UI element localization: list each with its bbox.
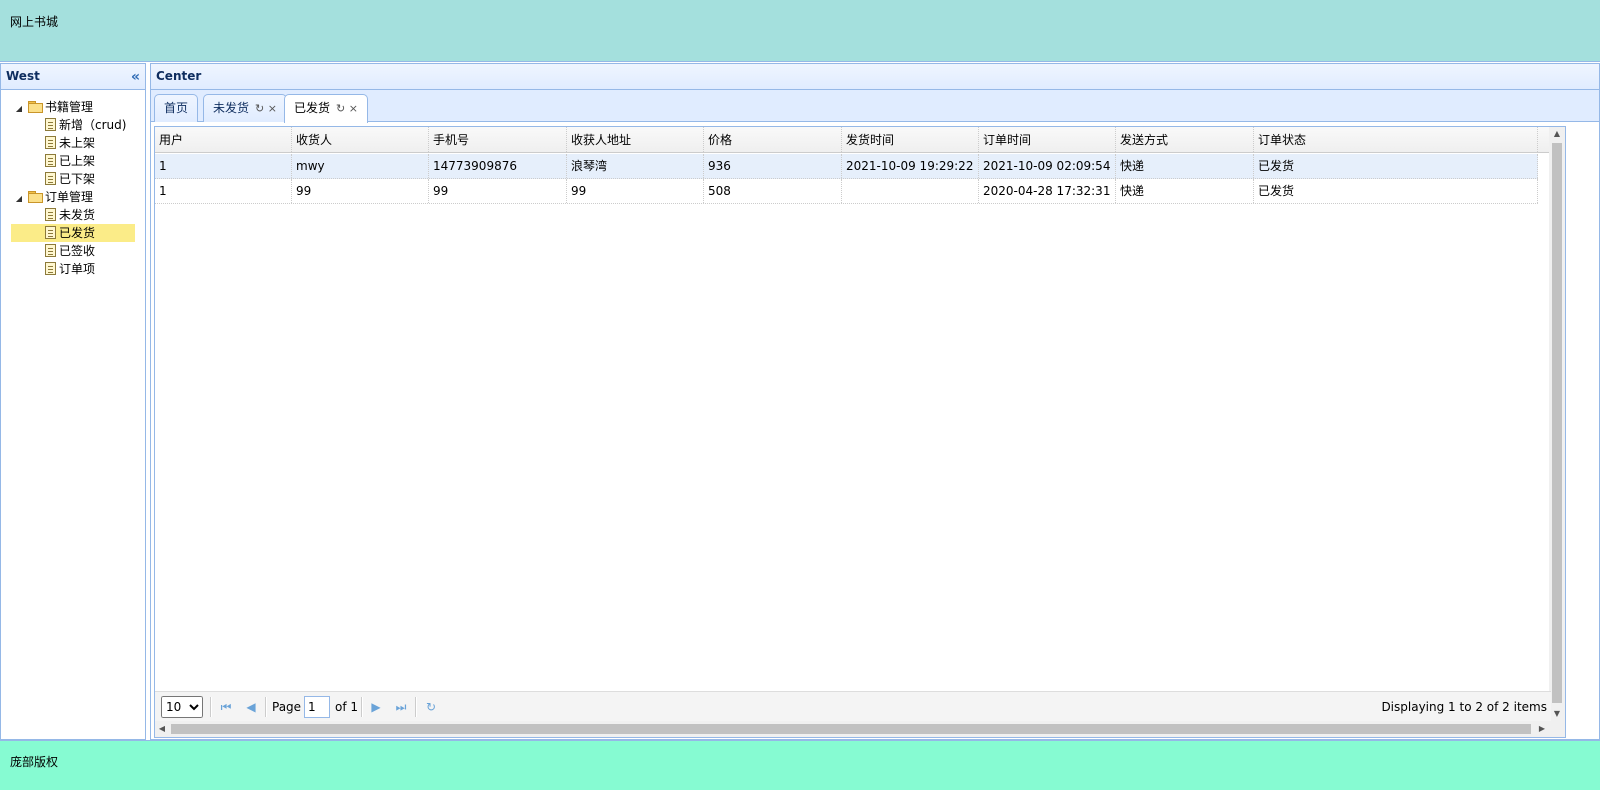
tree-node-not-listed[interactable]: 未上架 [11, 134, 135, 152]
column-header[interactable]: 价格 [704, 127, 842, 152]
close-icon[interactable]: × [268, 102, 277, 115]
table-cell: 99 [567, 179, 704, 203]
pagination-info: Displaying 1 to 2 of 2 items [1381, 700, 1547, 714]
table-row[interactable]: 1 99 99 99 508 2020-04-28 17:32:31 快递 已发… [155, 179, 1538, 204]
column-header[interactable]: 收获人地址 [567, 127, 704, 152]
table-cell: 14773909876 [429, 154, 567, 178]
scroll-right-icon[interactable]: ▶ [1535, 721, 1549, 737]
tree-node-book-management[interactable]: ◢ 书籍管理 [11, 98, 135, 116]
file-icon [45, 226, 56, 239]
column-header[interactable]: 订单状态 [1254, 127, 1538, 152]
tree-node-order-items[interactable]: 订单项 [11, 260, 135, 278]
orders-datagrid: 用户 收货人 手机号 收获人地址 价格 发货时间 订单时间 发送方式 订单状态 … [154, 126, 1566, 738]
divider [361, 697, 363, 717]
table-cell: 1 [155, 179, 292, 203]
tab-unshipped[interactable]: 未发货 ↻ × [203, 94, 287, 122]
table-cell: 快递 [1116, 179, 1254, 203]
folder-icon [27, 191, 43, 203]
file-icon [45, 136, 56, 149]
tree-node-order-management[interactable]: ◢ 订单管理 [11, 188, 135, 206]
grid-header: 用户 收货人 手机号 收获人地址 价格 发货时间 订单时间 发送方式 订单状态 [155, 127, 1551, 153]
column-header[interactable]: 收货人 [292, 127, 429, 152]
tree-node-shipped[interactable]: 已发货 [11, 224, 135, 242]
scroll-up-icon[interactable]: ▲ [1549, 127, 1565, 141]
refresh-icon[interactable]: ↻ [422, 698, 440, 716]
next-page-icon[interactable]: ▶ [367, 698, 385, 716]
table-row[interactable]: 1 mwy 14773909876 浪琴湾 936 2021-10-09 19:… [155, 154, 1538, 179]
refresh-icon[interactable]: ↻ [255, 102, 264, 115]
tab-strip: 首页 未发货 ↻ × 已发货 ↻ × [151, 90, 1599, 123]
header-region: 网上书城 [0, 0, 1600, 62]
double-chevron-left-icon[interactable]: « [131, 65, 140, 90]
scroll-down-icon[interactable]: ▼ [1549, 707, 1565, 721]
table-cell: mwy [292, 154, 429, 178]
divider [415, 697, 417, 717]
table-cell: 99 [292, 179, 429, 203]
scroll-left-icon[interactable]: ◀ [155, 721, 169, 737]
west-panel-header: West « [0, 63, 146, 90]
center-panel-header: Center [150, 63, 1600, 90]
footer-region: 庞部版权 [0, 740, 1600, 790]
table-cell: 快递 [1116, 154, 1254, 178]
column-header[interactable]: 订单时间 [979, 127, 1116, 152]
table-cell: 508 [704, 179, 842, 203]
folder-icon [27, 101, 43, 113]
vertical-scrollbar[interactable]: ▲ ▼ [1549, 127, 1565, 721]
center-panel-body: 首页 未发货 ↻ × 已发货 ↻ × 用户 收货人 手机号 收获人地址 价格 发货时… [150, 90, 1600, 740]
file-icon [45, 118, 56, 131]
file-icon [45, 154, 56, 167]
scroll-thumb[interactable] [171, 724, 1531, 734]
column-header[interactable]: 手机号 [429, 127, 567, 152]
table-cell [842, 179, 979, 203]
refresh-icon[interactable]: ↻ [336, 102, 345, 115]
center-panel-title: Center [156, 69, 202, 83]
file-icon [45, 172, 56, 185]
column-header[interactable]: 发货时间 [842, 127, 979, 152]
column-header[interactable]: 发送方式 [1116, 127, 1254, 152]
west-panel: West « ◢ 书籍管理 新增（crud) 未上架 已上架 已下架 ◢ 订单管理 [0, 63, 146, 740]
column-header[interactable]: 用户 [155, 127, 292, 152]
tree-node-delisted[interactable]: 已下架 [11, 170, 135, 188]
close-icon[interactable]: × [349, 102, 358, 115]
scroll-thumb[interactable] [1552, 143, 1562, 703]
first-page-icon[interactable]: ⏮ [217, 698, 235, 716]
table-cell: 浪琴湾 [567, 154, 704, 178]
west-panel-title: West [6, 69, 40, 83]
table-cell: 936 [704, 154, 842, 178]
pagination-bar: 10 ⏮ ◀ Page of 1 ▶ ⏭ ↻ Displaying 1 to 2… [155, 691, 1551, 721]
table-cell: 2020-04-28 17:32:31 [979, 179, 1116, 203]
center-panel: Center 首页 未发货 ↻ × 已发货 ↻ × 用户 收货人 手机号 收获人地址… [150, 63, 1600, 740]
page-size-select[interactable]: 10 [161, 696, 203, 718]
file-icon [45, 244, 56, 257]
table-cell: 已发货 [1254, 179, 1538, 203]
horizontal-scrollbar[interactable]: ◀ ▶ [155, 721, 1565, 737]
prev-page-icon[interactable]: ◀ [242, 698, 260, 716]
page-label: Page [272, 700, 302, 714]
table-cell: 1 [155, 154, 292, 178]
tab-shipped[interactable]: 已发货 ↻ × [284, 94, 368, 123]
file-icon [45, 208, 56, 221]
table-cell: 已发货 [1254, 154, 1538, 178]
file-icon [45, 262, 56, 275]
tree-node-signed[interactable]: 已签收 [11, 242, 135, 260]
tree-node-add-crud[interactable]: 新增（crud) [11, 116, 135, 134]
nav-tree: ◢ 书籍管理 新增（crud) 未上架 已上架 已下架 ◢ 订单管理 未发货 已发货 [11, 98, 135, 278]
last-page-icon[interactable]: ⏭ [392, 698, 410, 716]
tree-node-unshipped[interactable]: 未发货 [11, 206, 135, 224]
table-cell: 2021-10-09 19:29:22 [842, 154, 979, 178]
table-cell: 2021-10-09 02:09:54 [979, 154, 1116, 178]
page-count-label: of 1 [335, 700, 359, 714]
divider [210, 697, 212, 717]
tree-node-listed[interactable]: 已上架 [11, 152, 135, 170]
west-panel-body: ◢ 书籍管理 新增（crud) 未上架 已上架 已下架 ◢ 订单管理 未发货 已发货 [0, 90, 146, 740]
divider [265, 697, 267, 717]
page-number-input[interactable] [304, 696, 330, 718]
tab-home[interactable]: 首页 [154, 94, 199, 122]
site-title: 网上书城 [10, 15, 59, 29]
table-cell: 99 [429, 179, 567, 203]
copyright-text: 庞部版权 [10, 755, 59, 769]
